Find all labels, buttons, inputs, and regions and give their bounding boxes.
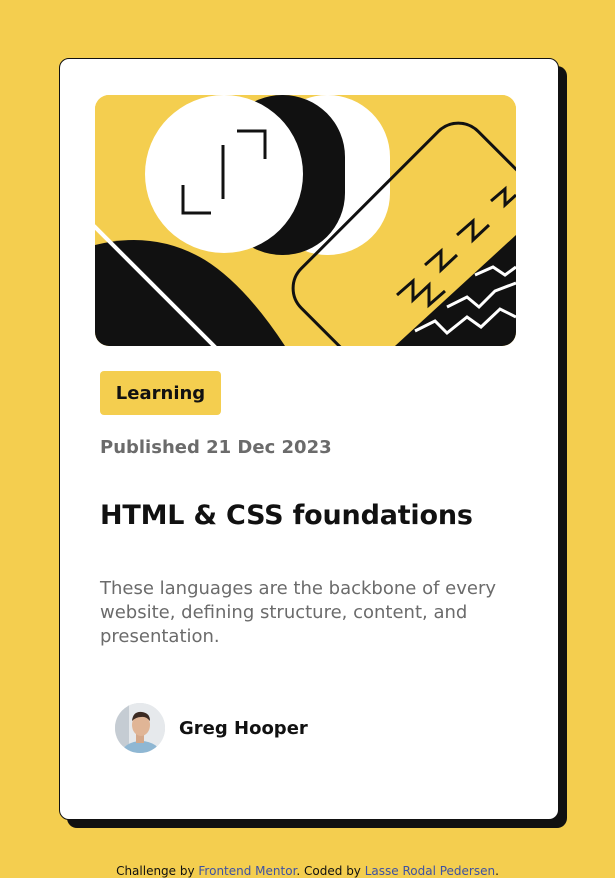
- category-tag: Learning: [100, 371, 221, 415]
- author-info: Greg Hooper: [115, 703, 308, 753]
- author-avatar: [115, 703, 165, 753]
- hero-illustration: [95, 95, 516, 346]
- author-link[interactable]: Lasse Rodal Pedersen: [365, 864, 495, 878]
- attribution-footer: Challenge by Frontend Mentor. Coded by L…: [0, 864, 615, 878]
- frontend-mentor-link[interactable]: Frontend Mentor: [198, 864, 296, 878]
- footer-prefix: Challenge by: [116, 864, 199, 878]
- footer-middle: . Coded by: [296, 864, 365, 878]
- author-name: Greg Hooper: [179, 717, 308, 739]
- published-date: Published 21 Dec 2023: [100, 437, 332, 458]
- blog-preview-card: Learning Published 21 Dec 2023 HTML & CS…: [59, 58, 559, 820]
- footer-suffix: .: [495, 864, 499, 878]
- card-title[interactable]: HTML & CSS foundations: [100, 500, 473, 531]
- card-description: These languages are the backbone of ever…: [100, 578, 496, 647]
